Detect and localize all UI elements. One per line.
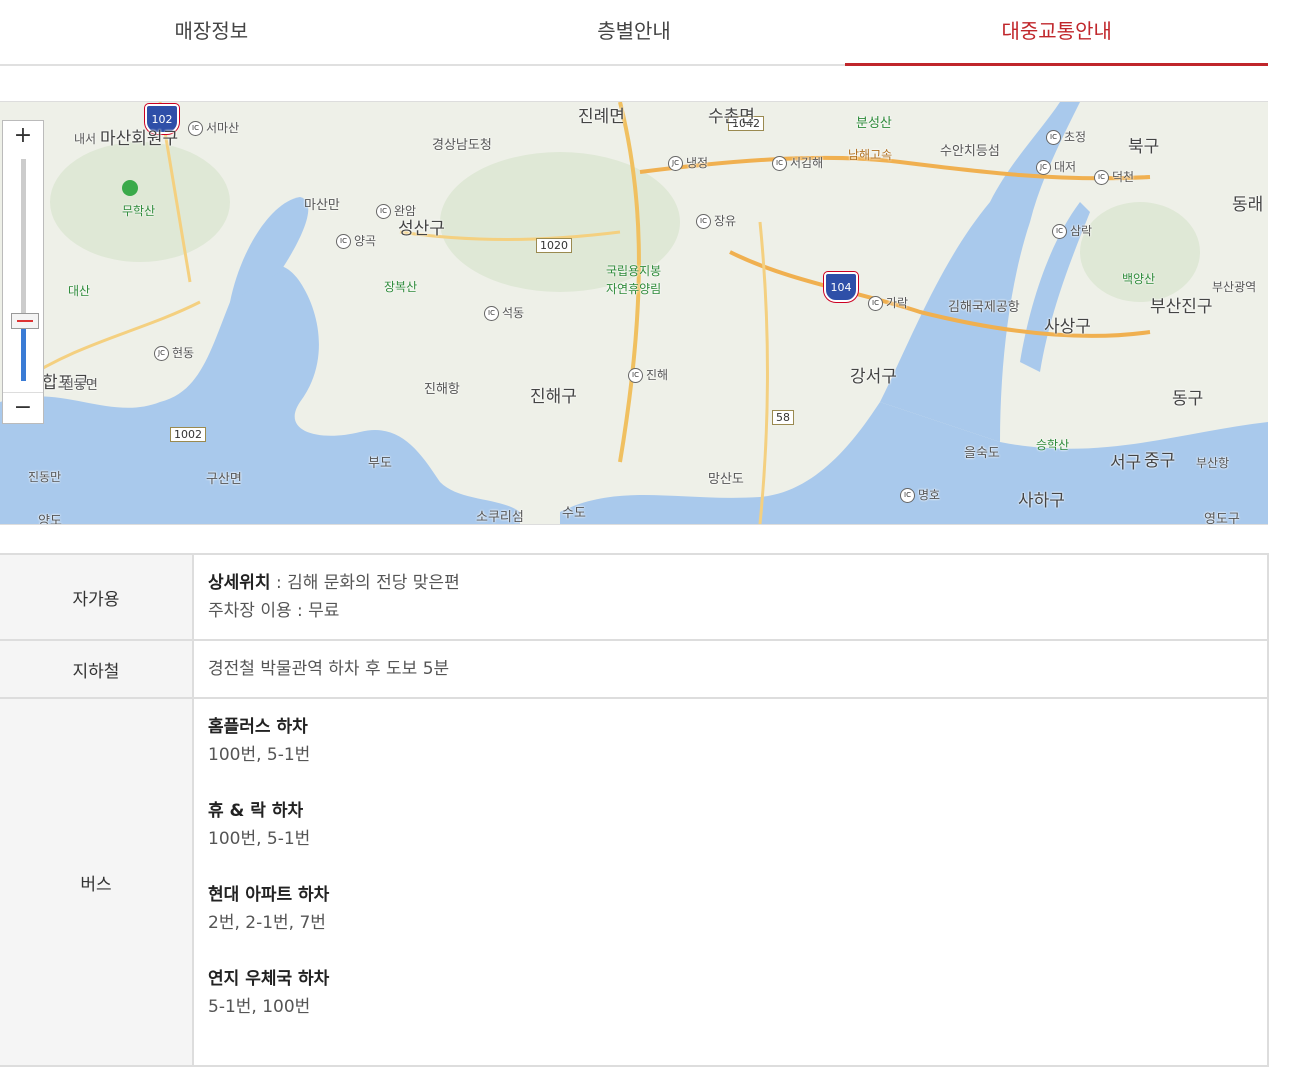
row-header-subway: 지하철: [0, 639, 194, 699]
map-label: IC 양곡: [336, 232, 376, 249]
map-label: 중구: [1144, 451, 1176, 471]
bus-routes: 100번, 5-1번: [208, 745, 311, 765]
map-label: 수안치등섬: [940, 144, 1000, 159]
map-label: 동래: [1232, 195, 1264, 215]
highway-shield-104: 104: [824, 272, 858, 302]
map-label: 소쿠리섬: [476, 510, 524, 525]
map-label: 강서구: [850, 367, 897, 387]
map-label: 마산만: [304, 198, 340, 213]
map-label: 무학산: [122, 204, 156, 218]
map-label: 진동만: [28, 470, 62, 484]
map-view[interactable]: 102 104 1042 1020 1002 58 내서 마산회원구 IC 서마산…: [0, 101, 1268, 525]
table-row: 버스 홈플러스 하차 100번, 5-1번 휴 & 락 하차 100번, 5-1…: [0, 697, 1269, 1067]
tab-floor-guide[interactable]: 층별안내: [423, 0, 846, 64]
transport-info-table: 자가용 상세위치 : 김해 문화의 전당 맞은편 주차장 이용 : 무료 지하철…: [0, 553, 1269, 1067]
bus-stop-name: 현대 아파트 하차: [208, 885, 330, 905]
mountain-icon: [122, 180, 138, 196]
map-label: [122, 180, 138, 196]
parking-line: 주차장 이용 : 무료: [208, 601, 340, 621]
map-label: IC 덕천: [1094, 168, 1134, 185]
bus-info-cell: 홈플러스 하차 100번, 5-1번 휴 & 락 하차 100번, 5-1번 현…: [193, 697, 1269, 1067]
map-label: IC 삼락: [1052, 222, 1092, 239]
map-label: IC 서마산: [188, 119, 239, 136]
map-label: 부산항: [1196, 456, 1230, 470]
map-label: 성산구: [398, 219, 445, 239]
road-number-58: 58: [772, 410, 794, 425]
map-label: 대산: [68, 284, 91, 298]
map-label: 분성산: [856, 116, 892, 131]
map-label: 동구: [1172, 389, 1204, 409]
bus-stop-name: 휴 & 락 하차: [208, 801, 304, 821]
map-label: 국립용지봉: [606, 264, 662, 278]
map-label: 진해구: [530, 387, 577, 407]
map-label: 진해항: [424, 382, 460, 397]
map-label: 진동면: [62, 378, 98, 393]
map-label: IC 장유: [696, 212, 736, 229]
row-header-car: 자가용: [0, 553, 194, 641]
map-label: JC 대저: [1036, 158, 1076, 175]
map-label: 영도구: [1204, 512, 1240, 525]
map-label: 경상남도청: [432, 138, 492, 153]
table-row: 지하철 경전철 박물관역 하차 후 도보 5분: [0, 639, 1269, 699]
map-label: 내서: [74, 132, 97, 146]
map-label: IC 가락: [868, 294, 908, 311]
hill-east: [1080, 202, 1200, 302]
bus-routes: 2번, 2-1번, 7번: [208, 913, 326, 933]
map-label: 을숙도: [964, 446, 1000, 461]
map-label: 마산회원구: [100, 129, 179, 149]
map-label: JC 냉정: [668, 154, 708, 171]
map-label: IC 명호: [900, 486, 940, 503]
zoom-in-button[interactable]: +: [3, 121, 43, 151]
map-label: 김해국제공항: [948, 300, 1020, 315]
tab-transport-guide[interactable]: 대중교통안내: [845, 0, 1268, 66]
table-row: 자가용 상세위치 : 김해 문화의 전당 맞은편 주차장 이용 : 무료: [0, 553, 1269, 641]
map-label: 수도: [562, 506, 586, 521]
map-label: 망산도: [708, 472, 744, 487]
map-label: 서구: [1110, 453, 1142, 473]
map-label: 부산진구: [1150, 297, 1213, 317]
map-label: JC 현동: [154, 344, 194, 361]
map-label: 남해고속: [848, 148, 893, 162]
road-number-1020: 1020: [536, 238, 572, 253]
map-label: 구산면: [206, 472, 242, 487]
car-location-line: 상세위치 : 김해 문화의 전당 맞은편: [208, 569, 1253, 597]
location-label: 상세위치: [208, 573, 271, 593]
subway-info-cell: 경전철 박물관역 하차 후 도보 5분: [193, 639, 1269, 699]
road-number-1002: 1002: [170, 427, 206, 442]
map-label: 자연휴양림: [606, 282, 662, 296]
map-label: 장복산: [384, 280, 418, 294]
location-text: : 김해 문화의 전당 맞은편: [270, 573, 460, 593]
zoom-slider-handle[interactable]: [11, 313, 39, 329]
map-label: 부도: [368, 456, 392, 471]
map-label: 사하구: [1018, 491, 1065, 511]
zoom-control: + −: [2, 120, 44, 424]
bus-routes: 100번, 5-1번: [208, 829, 311, 849]
bus-stop-name: 홈플러스 하차: [208, 717, 308, 737]
bus-routes: 5-1번, 100번: [208, 997, 311, 1017]
map-label: 백양산: [1122, 272, 1156, 286]
bus-stop-name: 연지 우체국 하차: [208, 969, 330, 989]
map-label: IC 석동: [484, 304, 524, 321]
tab-store-info[interactable]: 매장정보: [0, 0, 423, 64]
map-label: 승학산: [1036, 438, 1070, 452]
map-label: 부산광역: [1212, 280, 1257, 294]
tab-bar: 매장정보 층별안내 대중교통안내: [0, 0, 1268, 66]
map-label: IC 진해: [628, 366, 668, 383]
row-header-bus: 버스: [0, 697, 194, 1067]
map-label: 진례면: [578, 107, 625, 127]
map-label: 사상구: [1044, 317, 1091, 337]
map-label: IC 초정: [1046, 128, 1086, 145]
map-label: 수촌면: [708, 107, 755, 127]
zoom-out-button[interactable]: −: [3, 392, 43, 423]
map-label: IC 서김해: [772, 154, 823, 171]
car-info-cell: 상세위치 : 김해 문화의 전당 맞은편 주차장 이용 : 무료: [193, 553, 1269, 641]
map-label: 양도: [38, 514, 62, 525]
map-label: 북구: [1128, 137, 1160, 157]
